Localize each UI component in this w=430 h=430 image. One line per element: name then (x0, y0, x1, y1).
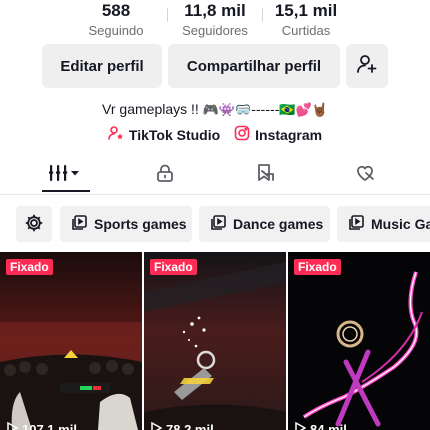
profile-links: TikTok Studio Instagram (0, 125, 430, 144)
tab-private[interactable] (135, 158, 195, 192)
video-thumbnail-image (288, 252, 430, 430)
add-friend-button[interactable] (346, 44, 388, 88)
instagram-label: Instagram (255, 126, 323, 143)
chip-dance-games[interactable]: Dance games (199, 206, 330, 242)
video-thumbnail[interactable]: Fixado 78,2 mil (144, 252, 286, 430)
instagram-link[interactable]: Instagram (234, 125, 322, 144)
playlist-icon (70, 214, 88, 235)
grid-bars-icon (49, 163, 83, 188)
pinned-badge: Fixado (6, 259, 53, 275)
person-plus-icon (356, 53, 378, 79)
view-count: 107,1 mil (6, 421, 77, 430)
video-grid: Fixado 107,1 mil Fixado 78,2 mil Fixado … (0, 252, 430, 430)
share-profile-button[interactable]: Compartilhar perfil (168, 44, 340, 88)
profile-bio: Vr gameplays !! 🎮👾🥽------🇧🇷💕🤘🏾 (0, 100, 430, 120)
chip-label: Music Ga (371, 216, 430, 232)
play-icon (6, 421, 19, 430)
likes-label: Curtidas (281, 23, 331, 38)
active-tab-indicator (42, 190, 90, 192)
lock-icon (155, 163, 175, 188)
edit-profile-button[interactable]: Editar perfil (42, 44, 162, 88)
bio-emoji: 🎮👾🥽------🇧🇷💕🤘🏾 (202, 103, 328, 118)
gear-icon (24, 213, 44, 236)
view-count: 78,2 mil (150, 421, 214, 430)
view-count-text: 84 mil (310, 422, 347, 430)
pinned-badge: Fixado (150, 259, 197, 275)
video-thumbnail-image (144, 252, 286, 430)
tab-liked[interactable] (335, 158, 395, 192)
tab-videos[interactable] (36, 158, 96, 192)
playlist-chips: Sports games Dance games Music Ga (0, 206, 430, 242)
view-count: 84 mil (294, 421, 347, 430)
likes-count: 15,1 mil (274, 1, 338, 20)
video-thumbnail[interactable]: Fixado 107,1 mil (0, 252, 142, 430)
bookmark-slash-icon (254, 162, 276, 189)
play-icon (294, 421, 307, 430)
tiktok-studio-icon (108, 125, 124, 144)
chip-label: Dance games (233, 216, 324, 232)
view-count-text: 78,2 mil (166, 422, 214, 430)
playlist-icon (347, 214, 365, 235)
video-thumbnail[interactable]: Fixado 84 mil (288, 252, 430, 430)
view-count-text: 107,1 mil (22, 422, 77, 430)
bio-text: Vr gameplays !! (102, 101, 203, 117)
video-thumbnail-image (0, 252, 142, 430)
tiktok-studio-label: TikTok Studio (128, 126, 221, 143)
pinned-badge: Fixado (294, 259, 341, 275)
heart-slash-icon (354, 162, 376, 189)
stat-likes[interactable]: 15,1 mil Curtidas (246, 0, 366, 39)
chip-sports-games[interactable]: Sports games (60, 206, 192, 242)
chip-settings[interactable] (16, 206, 52, 242)
chip-music-games[interactable]: Music Ga (337, 206, 430, 242)
play-icon (150, 421, 163, 430)
chip-label: Sports games (94, 216, 187, 232)
tiktok-studio-link[interactable]: TikTok Studio (108, 125, 220, 144)
instagram-icon (234, 125, 250, 144)
playlist-icon (209, 214, 227, 235)
tab-reposts[interactable] (235, 158, 295, 192)
